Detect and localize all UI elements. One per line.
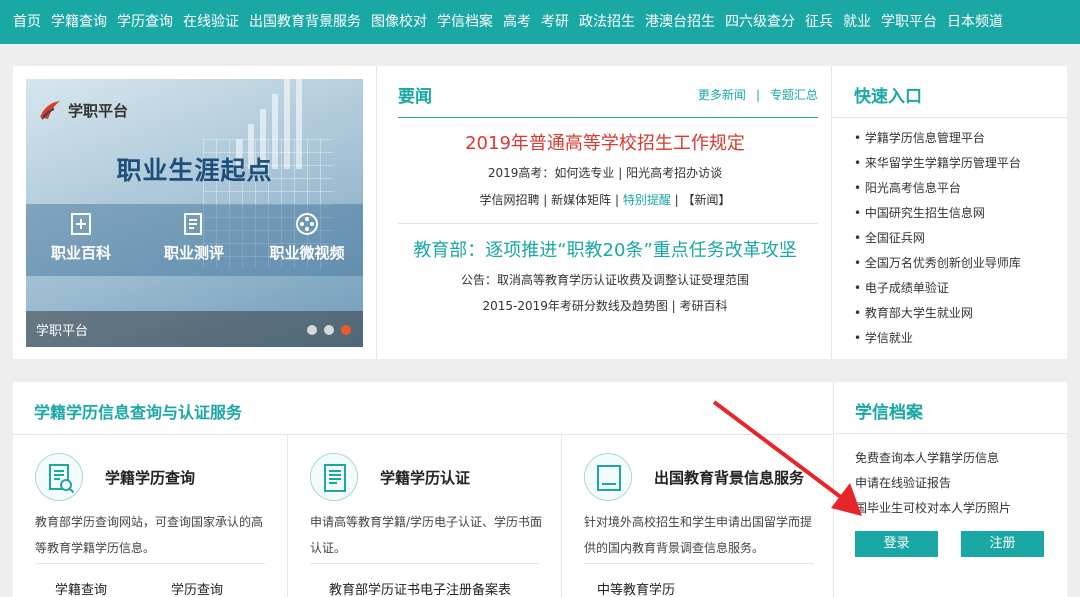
carousel-dot-2[interactable] [324, 325, 334, 335]
carousel-headline: 职业生涯起点 [116, 156, 273, 185]
archive-divider [834, 433, 1068, 434]
service-desc: 教育部学历查询网站，可查询国家承认的高等教育学籍学历信息。 [35, 515, 264, 555]
certificate-icon [310, 453, 358, 501]
carousel-dot-1[interactable] [307, 325, 317, 335]
certificate-registration-link[interactable]: 教育部学历证书电子注册备案表 [329, 579, 511, 597]
plus-doc-icon [71, 213, 91, 235]
quick-entry-item[interactable]: • 全国万名优秀创新创业导师库 [854, 251, 1021, 276]
quick-entry-list: • 学籍学历信息管理平台 • 来华留学生学籍学历管理平台 • 阳光高考信息平台 … [854, 126, 1021, 351]
brand-text: 学职平台 [68, 101, 129, 120]
career-platform-brand: 学职平台 [38, 99, 128, 121]
news-headline-1[interactable]: 2019年普通高等学校招生工作规定 [377, 129, 833, 155]
nav-student-status-query[interactable]: 学籍查询 [46, 0, 112, 44]
archive-list: 免费查询本人学籍学历信息 申请在线验证报告 国毕业生可校对本人学历照片 [855, 446, 1011, 521]
archive-item[interactable]: 免费查询本人学籍学历信息 [855, 446, 1011, 471]
service-degree-certification: 学籍学历认证 申请高等教育学籍/学历电子认证、学历书面认证。 [287, 435, 561, 597]
nav-home[interactable]: 首页 [8, 0, 46, 44]
carousel-dot-3[interactable] [341, 325, 351, 335]
quick-entry-item[interactable]: • 电子成绩单验证 [854, 276, 1021, 301]
archive-item[interactable]: 申请在线验证报告 [855, 471, 1011, 496]
service-name[interactable]: 出国教育背景信息服务 [654, 467, 804, 488]
carousel-dots [307, 325, 351, 335]
archive-section: 学信档案 免费查询本人学籍学历信息 申请在线验证报告 国毕业生可校对本人学历照片… [833, 382, 1068, 597]
top-section: 学职平台 职业生涯起点 职业百科 职业测评 职业微视频 学职平台 要闻 更多新闻… [13, 66, 1067, 359]
quick-entry-item[interactable]: • 来华留学生学籍学历管理平台 [854, 151, 1021, 176]
news-title: 要闻 [398, 87, 432, 107]
quick-entry-item[interactable]: • 全国征兵网 [854, 226, 1021, 251]
service-name[interactable]: 学籍学历查询 [105, 467, 195, 488]
quick-entry-item[interactable]: • 学信就业 [854, 326, 1021, 351]
nav-archive[interactable]: 学信档案 [432, 0, 498, 44]
register-button[interactable]: 注册 [961, 531, 1044, 557]
service-subline [35, 563, 265, 564]
student-status-query-link[interactable]: 学籍查询 [55, 579, 107, 597]
quick-entry-section: 快速入口 • 学籍学历信息管理平台 • 来华留学生学籍学历管理平台 • 阳光高考… [833, 66, 1067, 359]
news-section: 要闻 更多新闻 | 专题汇总 2019年普通高等学校招生工作规定 2019高考：如何… [376, 66, 832, 359]
nav-image-proofread[interactable]: 图像校对 [366, 0, 432, 44]
news-headline-2[interactable]: 教育部：逐项推进“职教20条”重点任务改革攻坚 [377, 236, 833, 262]
doc-search-icon [35, 453, 83, 501]
quick-entry-item[interactable]: • 中国研究生招生信息网 [854, 201, 1021, 226]
nav-cet-scores[interactable]: 四六级查分 [720, 0, 800, 44]
nav-degree-query[interactable]: 学历查询 [112, 0, 178, 44]
nav-hmt-enrollment[interactable]: 港澳台招生 [640, 0, 720, 44]
news-subline-2[interactable]: 学信网招聘 | 新媒体矩阵 | 特别提醒 | 【新闻】 [377, 191, 833, 208]
news-header: 要闻 更多新闻 | 专题汇总 [398, 80, 818, 118]
service-overseas-background: 出国教育背景信息服务 针对境外高校招生和学生申请出国留学而提供的国内教育背景调查… [561, 435, 835, 597]
quick-entry-item[interactable]: • 学籍学历信息管理平台 [854, 126, 1021, 151]
archive-title: 学信档案 [855, 403, 923, 423]
edit-doc-icon [184, 213, 202, 235]
nav-conscription[interactable]: 征兵 [800, 0, 838, 44]
document-icon [584, 453, 632, 501]
special-reminder-link[interactable]: 特别提醒 [623, 193, 671, 207]
carousel-caption: 学职平台 [36, 323, 89, 339]
degree-query-links: 学籍查询 学历查询 [55, 579, 223, 597]
nav-kaoyan[interactable]: 考研 [536, 0, 574, 44]
news-subline-4[interactable]: 2015-2019年考研分数线及趋势图 | 考研百科 [377, 297, 833, 314]
login-button[interactable]: 登录 [855, 531, 938, 557]
nav-online-verify[interactable]: 在线验证 [178, 0, 244, 44]
top-nav: 首页 学籍查询 学历查询 在线验证 出国教育背景服务 图像校对 学信档案 高考 … [0, 0, 1080, 44]
service-degree-query: 学籍学历查询 教育部学历查询网站，可查询国家承认的高等教育学籍学历信息。 [13, 435, 287, 597]
service-subline [310, 563, 540, 564]
secondary-education-link[interactable]: 中等教育学历 [597, 579, 675, 597]
nav-japan-channel[interactable]: 日本频道 [942, 0, 1008, 44]
topics-summary-link[interactable]: 专题汇总 [770, 88, 818, 102]
quick-entry-item[interactable]: • 教育部大学生就业网 [854, 301, 1021, 326]
archive-item[interactable]: 国毕业生可校对本人学历照片 [855, 496, 1011, 521]
services-section: 学籍学历信息查询与认证服务 学籍学历查询 教育部学历查询网站，可查询国家承认的高… [13, 382, 1068, 597]
quick-entry-title: 快速入口 [854, 87, 922, 107]
services-title: 学籍学历信息查询与认证服务 [34, 403, 243, 422]
career-platform-logo-icon [40, 101, 60, 120]
nav-employment[interactable]: 就业 [838, 0, 876, 44]
nav-career-platform[interactable]: 学职平台 [876, 0, 942, 44]
service-name[interactable]: 学籍学历认证 [380, 467, 470, 488]
news-subline-3[interactable]: 公告：取消高等教育学历认证收费及调整认证受理范围 [377, 271, 833, 288]
service-desc: 申请高等教育学籍/学历电子认证、学历书面认证。 [310, 515, 543, 555]
service-desc: 针对境外高校招生和学生申请出国留学而提供的国内教育背景调查信息服务。 [584, 515, 813, 555]
service-subline [584, 563, 814, 564]
feature-career-assessment[interactable]: 职业测评 [139, 212, 249, 263]
feature-career-videos[interactable]: 职业微视频 [252, 212, 362, 263]
more-news-link[interactable]: 更多新闻 [698, 88, 746, 102]
quick-entry-item[interactable]: • 阳光高考信息平台 [854, 176, 1021, 201]
degree-query-link[interactable]: 学历查询 [171, 579, 223, 597]
nav-overseas-background[interactable]: 出国教育背景服务 [244, 0, 366, 44]
nav-gaokao[interactable]: 高考 [498, 0, 536, 44]
nav-law-enrollment[interactable]: 政法招生 [574, 0, 640, 44]
quick-entry-divider [833, 117, 1067, 118]
news-subline-1[interactable]: 2019高考：如何选专业 | 阳光高考招办访谈 [377, 164, 833, 181]
news-links: 更多新闻 | 专题汇总 [697, 88, 818, 102]
feature-career-encyclopedia[interactable]: 职业百科 [26, 212, 136, 263]
carousel[interactable]: 学职平台 职业生涯起点 职业百科 职业测评 职业微视频 学职平台 [26, 79, 363, 347]
film-reel-icon [296, 213, 318, 235]
news-divider [398, 223, 818, 224]
